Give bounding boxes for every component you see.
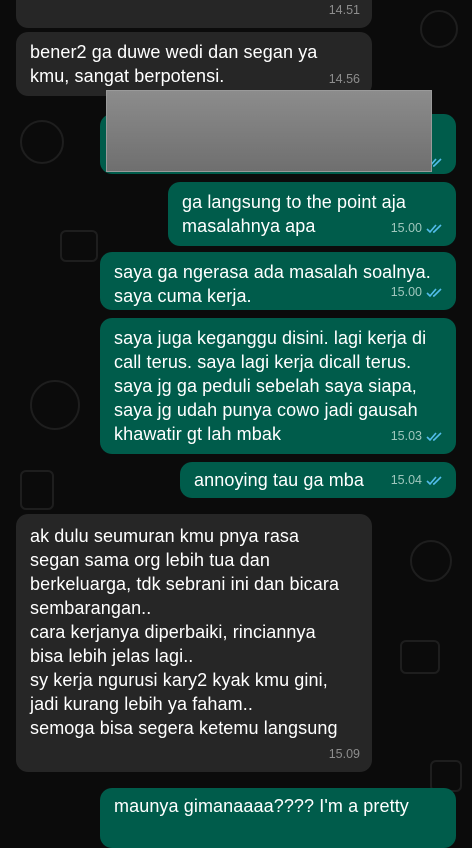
read-ticks-icon [426, 431, 442, 441]
message-bubble-incoming[interactable]: 14.51 [16, 0, 372, 28]
wallpaper-doodle [410, 540, 452, 582]
wallpaper-doodle [60, 230, 98, 262]
wallpaper-doodle [20, 470, 54, 510]
message-bubble-incoming[interactable]: bener2 ga duwe wedi dan segan ya kmu, sa… [16, 32, 372, 96]
message-time: 15.09 [328, 747, 360, 761]
wallpaper-doodle [30, 380, 80, 430]
message-text: bener2 ga duwe wedi dan segan ya kmu, sa… [30, 42, 318, 86]
message-time: 15.04 [390, 473, 422, 487]
message-meta: 15.09 [329, 742, 360, 766]
message-bubble-incoming[interactable]: ak dulu seumuran kmu pnya rasa segan sam… [16, 514, 372, 772]
message-text: maunya gimanaaaa???? I'm a pretty [114, 796, 409, 816]
message-meta: 14.56 [329, 67, 360, 91]
message-bubble-outgoing[interactable]: annoying tau ga mba 15.04 [180, 462, 456, 498]
message-bubble-outgoing[interactable]: saya ga ngerasa ada masalah soalnya. say… [100, 252, 456, 310]
message-time: 15.03 [390, 429, 422, 443]
message-time: 14.51 [328, 3, 360, 17]
message-meta: 15.04 [391, 468, 444, 492]
message-time: 14.56 [328, 72, 360, 86]
wallpaper-doodle [400, 640, 440, 674]
message-meta: 15.00 [391, 280, 444, 304]
message-meta: 15.03 [391, 424, 444, 448]
read-ticks-icon [426, 287, 442, 297]
message-meta: 15.00 [391, 216, 444, 240]
read-ticks-icon [426, 223, 442, 233]
message-bubble-outgoing[interactable]: ga langsung to the point aja masalahnya … [168, 182, 456, 246]
message-time: 15.00 [390, 221, 422, 235]
message-text: ak dulu seumuran kmu pnya rasa segan sam… [30, 526, 340, 738]
redaction-box [106, 90, 432, 172]
wallpaper-doodle [420, 10, 458, 48]
message-time: 15.00 [390, 285, 422, 299]
read-ticks-icon [426, 475, 442, 485]
message-meta: 14.51 [329, 0, 360, 22]
message-bubble-outgoing[interactable]: maunya gimanaaaa???? I'm a pretty [100, 788, 456, 848]
message-bubble-outgoing[interactable]: saya juga keganggu disini. lagi kerja di… [100, 318, 456, 454]
wallpaper-doodle [20, 120, 64, 164]
